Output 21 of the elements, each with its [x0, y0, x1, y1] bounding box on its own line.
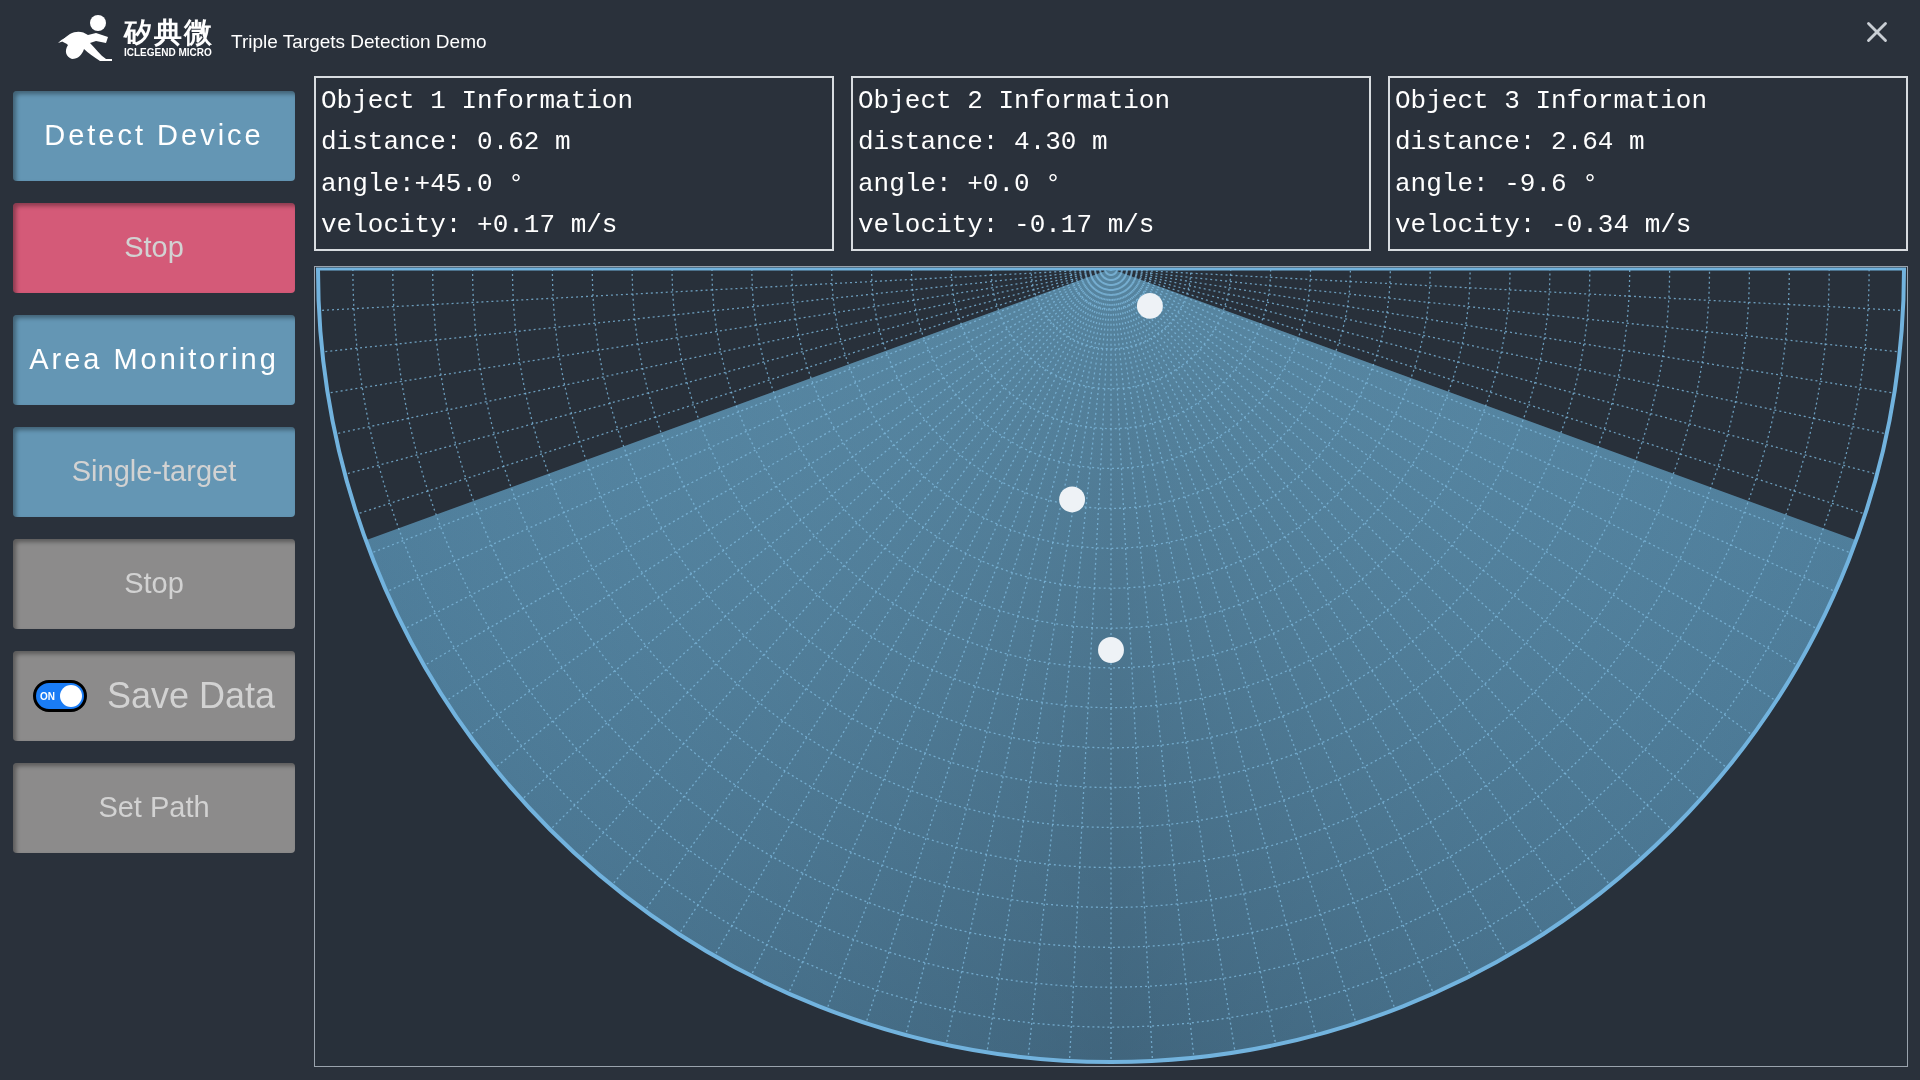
object-reading: angle:+45.0 °	[321, 167, 525, 201]
object-title: Object 3 Information	[1395, 85, 1709, 118]
object-reading: angle: -9.6 °	[1395, 167, 1599, 201]
object-reading: velocity: -0.17 m/s	[858, 209, 1156, 242]
target-dot	[1098, 637, 1124, 663]
target-dot	[1059, 486, 1086, 513]
sidebar-button[interactable]: Detect Device	[13, 91, 295, 181]
object-title: Object 2 Information	[858, 85, 1172, 118]
target-dot	[1136, 292, 1163, 319]
toggle-label: ON	[39, 689, 55, 704]
object-reading: distance: 0.62 m	[321, 126, 572, 160]
sidebar-button[interactable]: Area Monitoring	[13, 315, 295, 405]
logo-wordmark: 矽典微	[124, 18, 214, 48]
window-title: Triple Targets Detection Demo	[231, 29, 487, 54]
object-title: Object 1 Information	[321, 85, 635, 118]
object-reading: velocity: +0.17 m/s	[321, 209, 619, 242]
object-reading: velocity: -0.34 m/s	[1395, 209, 1693, 242]
object-reading: distance: 2.64 m	[1395, 126, 1646, 160]
object-reading: distance: 4.30 m	[858, 126, 1109, 160]
object-reading: angle: +0.0 °	[858, 167, 1062, 201]
logo-subtitle: ICLEGEND MICRO	[124, 48, 212, 58]
